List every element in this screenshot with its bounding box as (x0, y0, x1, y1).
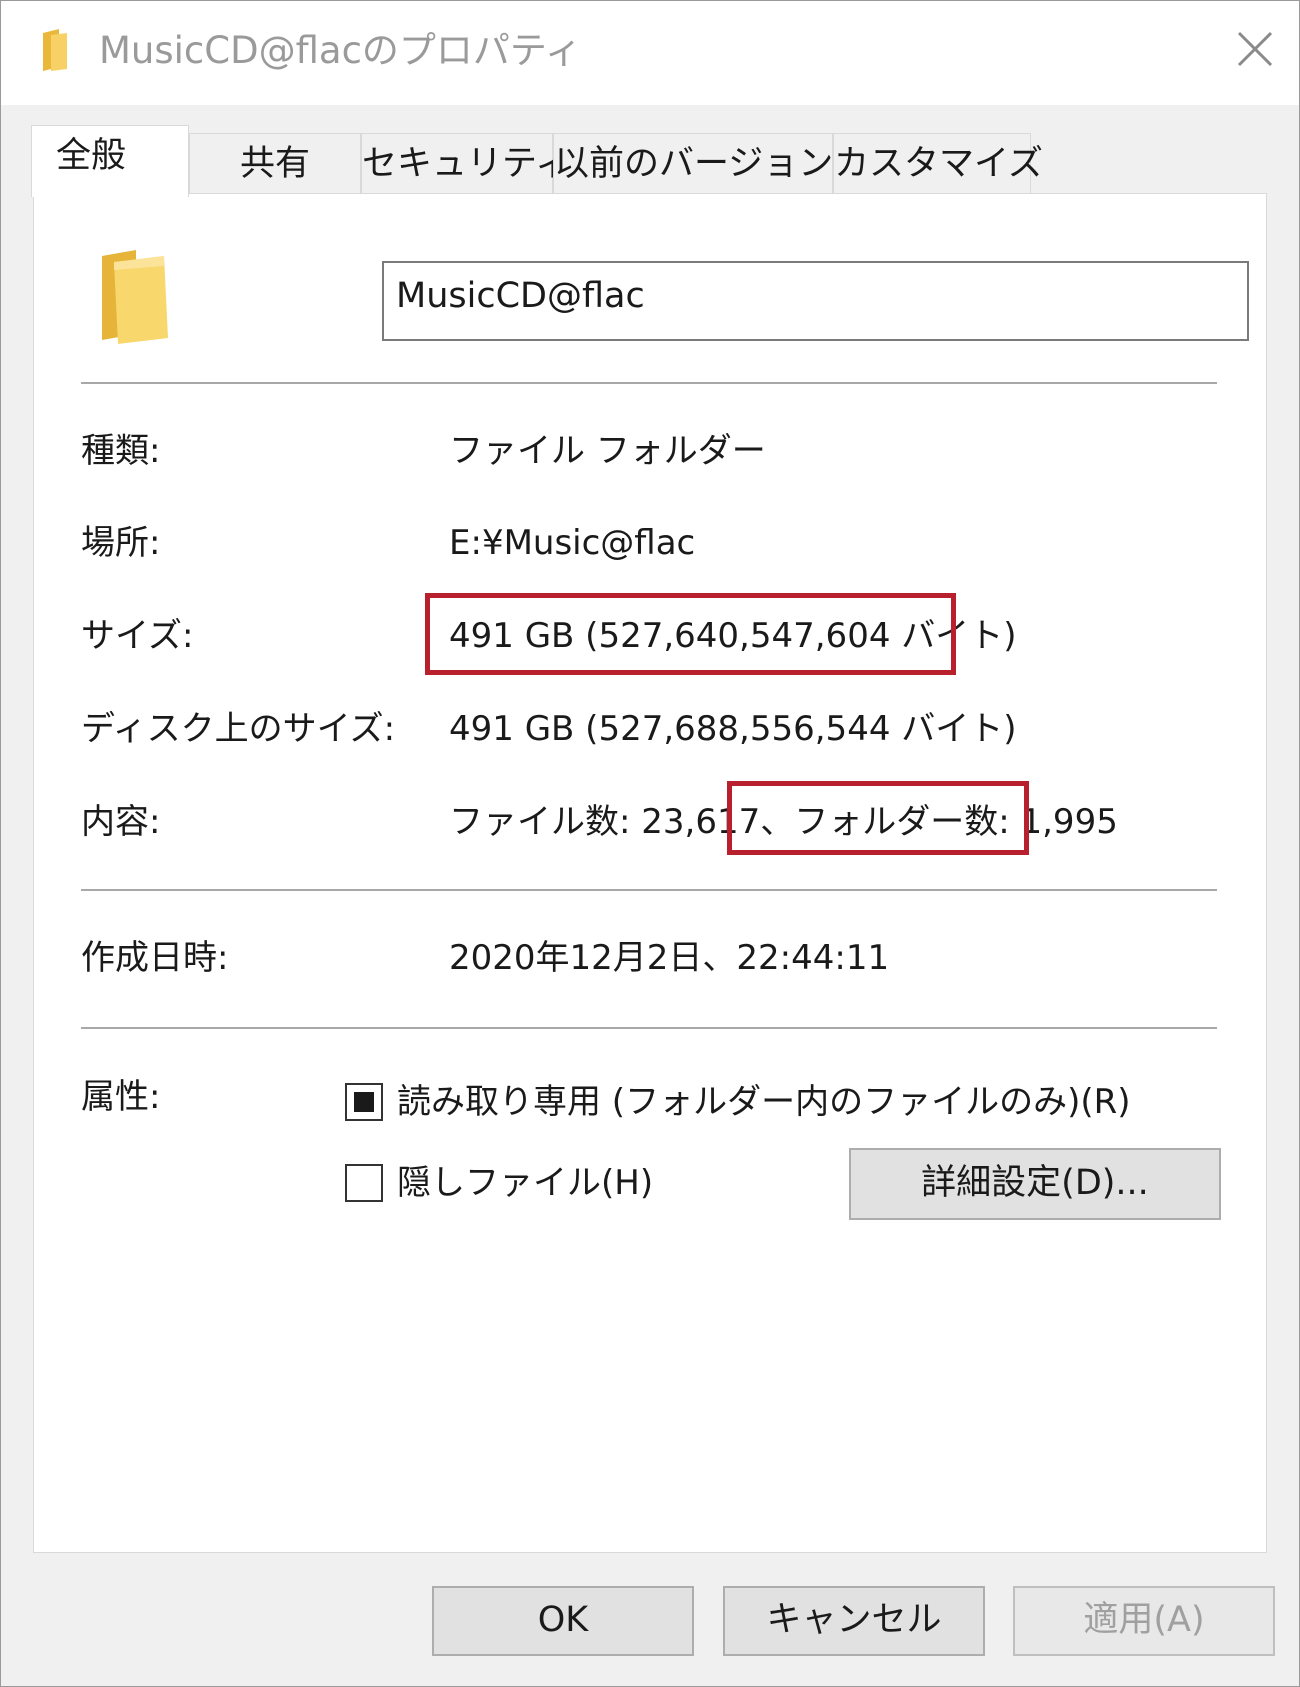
size-highlight-box (425, 593, 956, 675)
tab-previous-versions[interactable]: 以前のバージョン (553, 133, 833, 195)
close-icon[interactable] (1233, 27, 1277, 71)
hidden-label[interactable]: 隠しファイル(H) (397, 1158, 653, 1208)
title-bar[interactable]: MusicCD@flacのプロパティ (1, 1, 1299, 105)
readonly-checkbox[interactable] (345, 1083, 383, 1121)
advanced-settings-button[interactable]: 詳細設定(D)... (849, 1148, 1221, 1220)
location-value: E:¥Music@flac (449, 523, 696, 563)
contents-label: 内容: (81, 802, 161, 842)
separator (81, 889, 1217, 891)
size-label: サイズ: (81, 616, 194, 656)
hidden-checkbox[interactable] (345, 1164, 383, 1202)
properties-dialog: MusicCD@flacのプロパティ 全般 共有 セキュリティ 以前のバージョン… (0, 0, 1300, 1687)
tab-sharing[interactable]: 共有 (189, 133, 361, 195)
folder-count-highlight-box (727, 781, 1029, 855)
tab-general[interactable]: 全般 (31, 125, 189, 197)
indeterminate-mark (354, 1092, 374, 1112)
folder-name-input[interactable] (382, 261, 1249, 341)
apply-button[interactable]: 適用(A) (1013, 1586, 1275, 1656)
folder-icon (96, 248, 176, 344)
separator (81, 1027, 1217, 1029)
location-label: 場所: (81, 523, 161, 563)
created-label: 作成日時: (81, 938, 229, 978)
type-value: ファイル フォルダー (449, 431, 766, 471)
window-title: MusicCD@flacのプロパティ (99, 29, 582, 72)
folder-icon (39, 29, 79, 71)
tab-customize[interactable]: カスタマイズ (833, 133, 1043, 195)
disk-size-label: ディスク上のサイズ: (81, 709, 396, 749)
ok-button[interactable]: OK (432, 1586, 694, 1656)
created-value: 2020年12月2日、22:44:11 (449, 938, 890, 978)
cancel-button[interactable]: キャンセル (723, 1586, 985, 1656)
attributes-label: 属性: (81, 1077, 161, 1117)
tab-bar: 全般 共有 セキュリティ 以前のバージョン カスタマイズ (31, 125, 1271, 197)
tab-security[interactable]: セキュリティ (361, 133, 570, 195)
disk-size-value: 491 GB (527,688,556,544 バイト) (449, 709, 1017, 749)
type-label: 種類: (81, 431, 161, 471)
general-panel (33, 193, 1267, 1553)
readonly-label[interactable]: 読み取り専用 (フォルダー内のファイルのみ)(R) (397, 1077, 1131, 1127)
separator (81, 382, 1217, 384)
